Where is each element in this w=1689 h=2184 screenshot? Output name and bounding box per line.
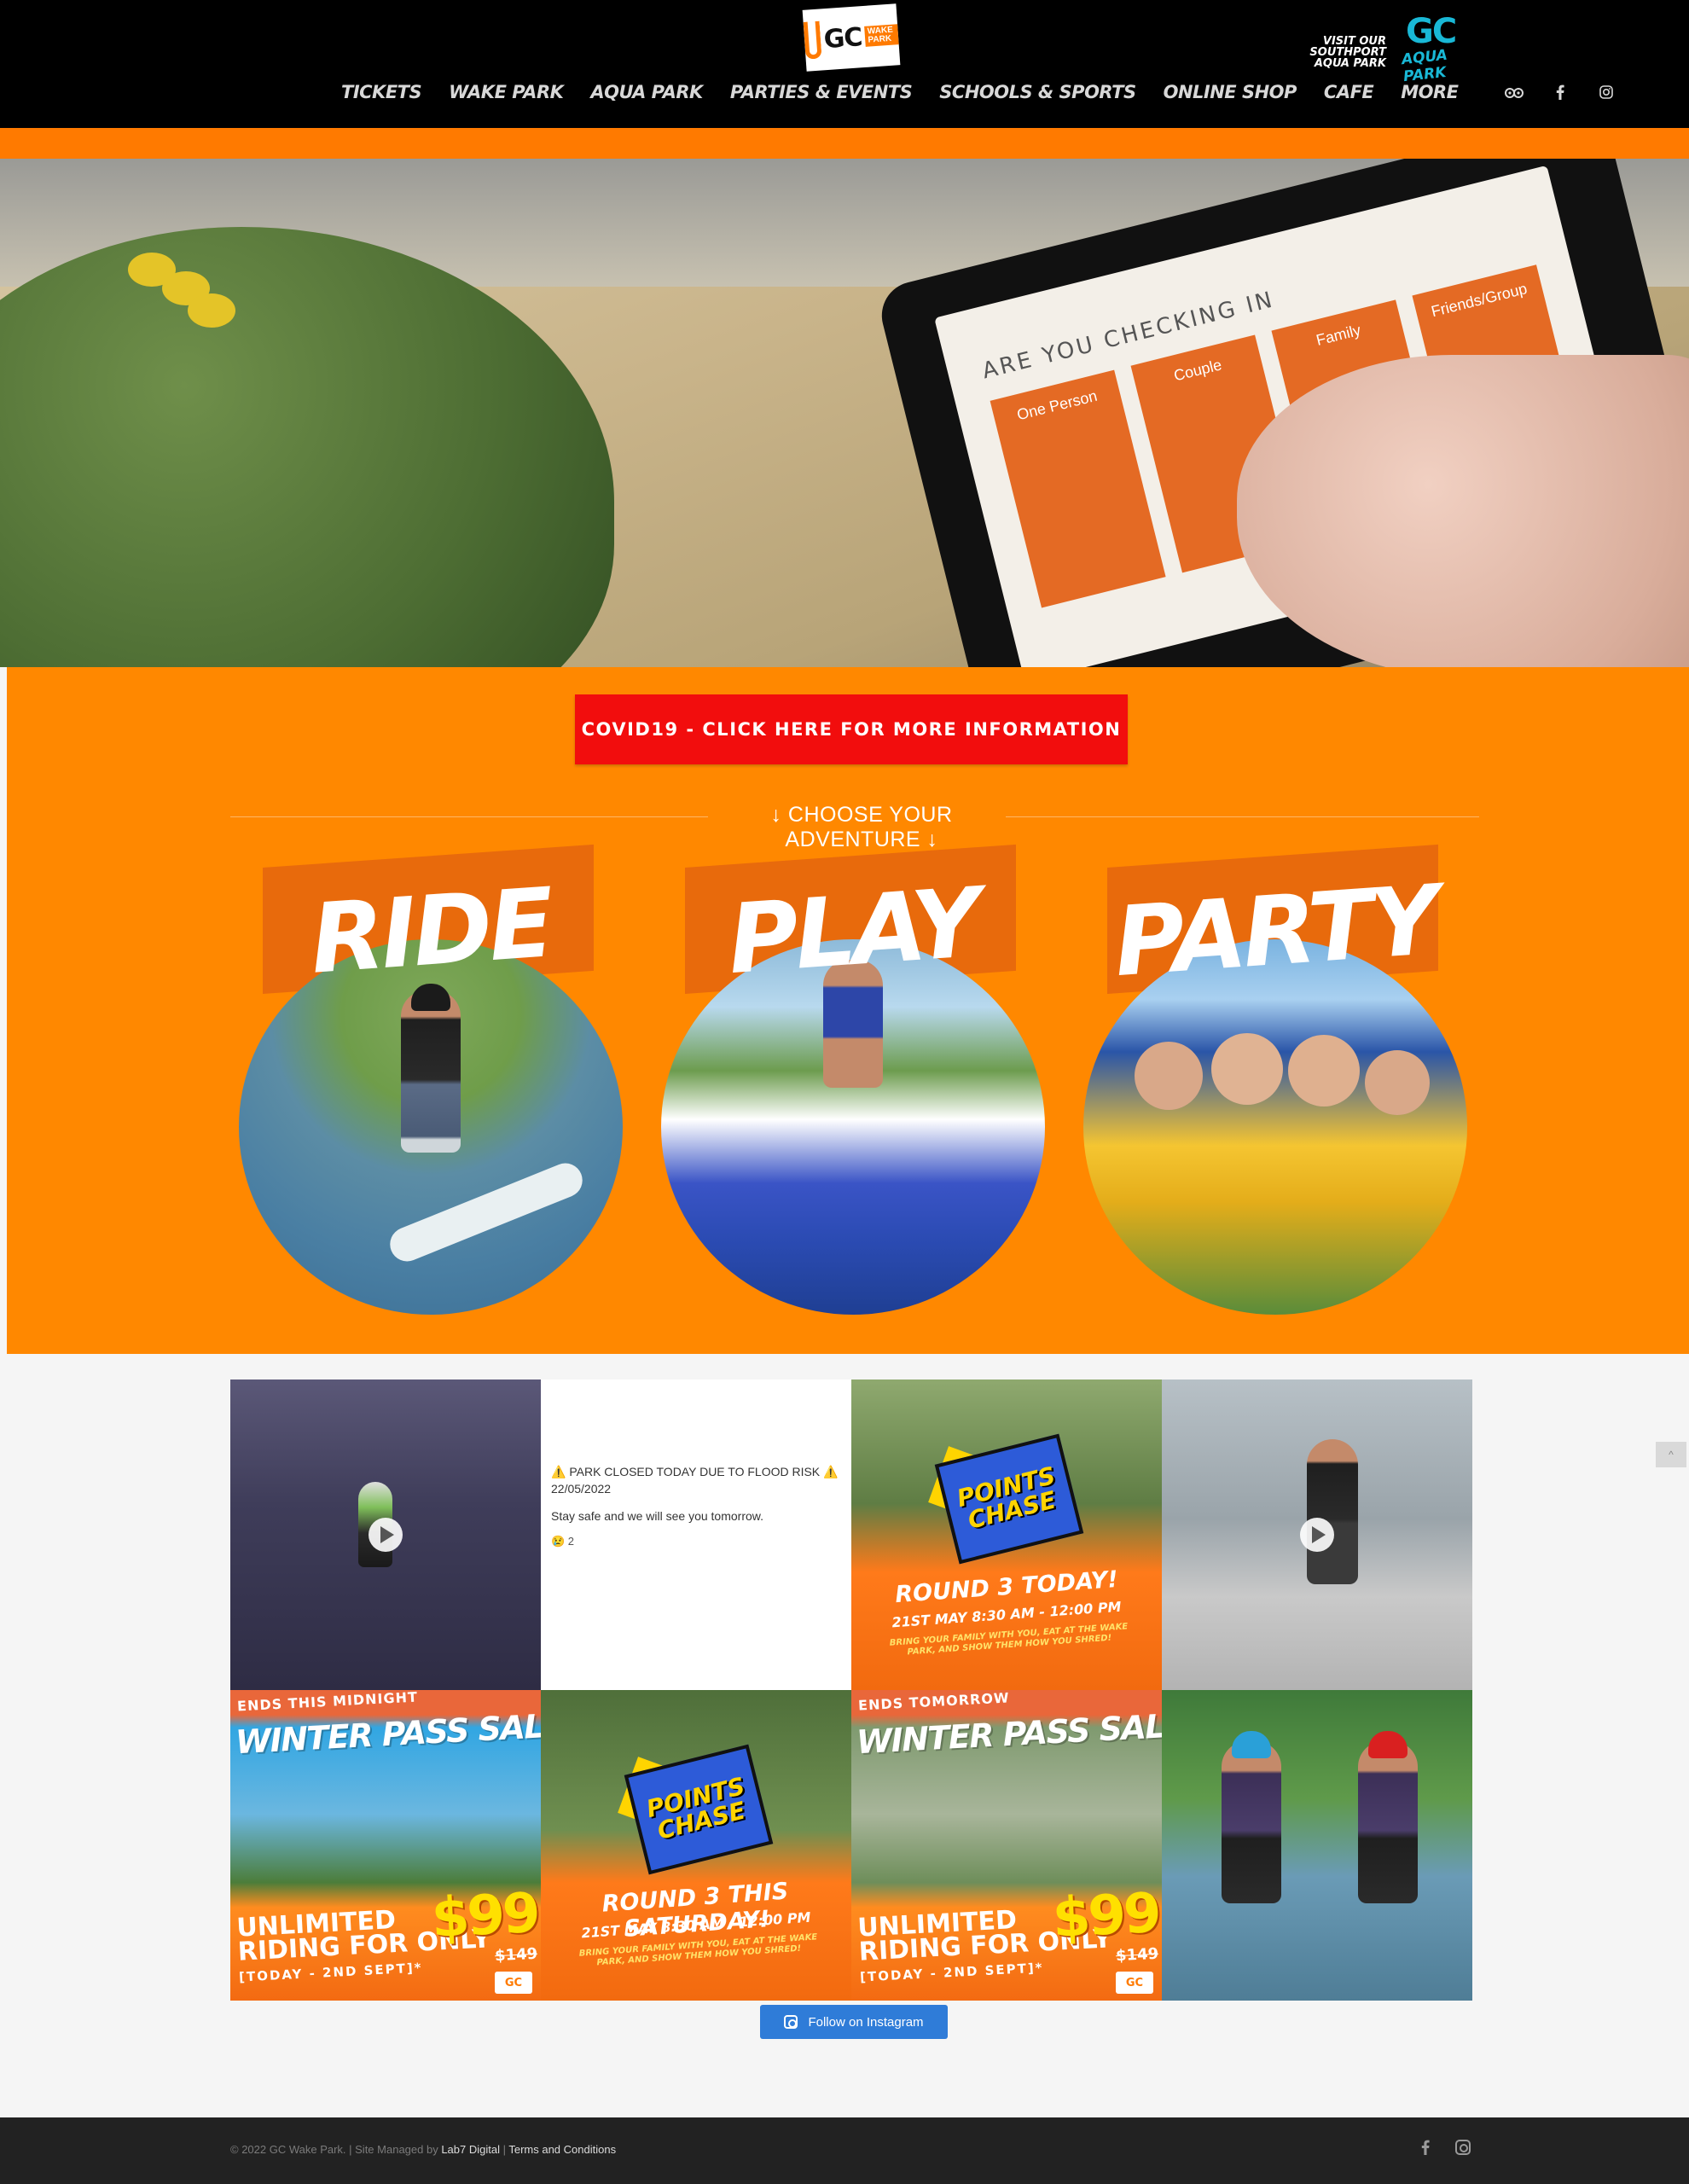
facebook-icon[interactable] (1416, 2138, 1435, 2157)
nav-schools-sports[interactable]: SCHOOLS & SPORTS (939, 82, 1136, 102)
sale-deadline: ENDS THIS MIDNIGHT (236, 1690, 419, 1715)
scroll-to-top-button[interactable]: ^ (1656, 1442, 1686, 1467)
cap-button (188, 293, 235, 328)
sale-title: WINTER PASS SALE (856, 1706, 1162, 1762)
footer-separator: | (499, 2143, 509, 2156)
footer-social (1416, 2138, 1472, 2157)
post-logo: GC (1116, 1972, 1153, 1994)
instagram-post[interactable] (1162, 1690, 1472, 2001)
aqua-park-promo[interactable]: VISIT OUR SOUTHPORT AQUA PARK GC AQUA PA… (1309, 10, 1471, 85)
flood-notice-text: ⚠️ PARK CLOSED TODAY DUE TO FLOOD RISK ⚠… (551, 1463, 841, 1550)
hero-green-cap (0, 227, 614, 667)
site-header: GC WAKE PARK VISIT OUR SOUTHPORT AQUA PA… (0, 0, 1689, 128)
nav-more[interactable]: MORE (1401, 82, 1459, 102)
covid-info-button[interactable]: COVID19 - CLICK HERE FOR MORE INFORMATIO… (575, 694, 1128, 764)
instagram-post[interactable]: ENDS TOMORROW WINTER PASS SALE UNLIMITED… (851, 1690, 1162, 2001)
copyright-text: © 2022 GC Wake Park. | Site Managed by (230, 2143, 442, 2156)
nav-online-shop[interactable]: ONLINE SHOP (1164, 82, 1297, 102)
post-logo: GC (495, 1972, 532, 1994)
hero-image: ARE YOU CHECKING IN One Person Couple Fa… (0, 159, 1689, 667)
nav-aqua-park[interactable]: AQUA PARK (590, 82, 703, 102)
sale-title: WINTER PASS SALE (235, 1706, 541, 1762)
rider-figure (1358, 1741, 1418, 1903)
choose-adventure-divider: ↓ CHOOSE YOUR ADVENTURE ↓ (230, 799, 1479, 851)
sale-deadline: ENDS TOMORROW (857, 1690, 1011, 1714)
hero-hand (1237, 355, 1689, 667)
instagram-post[interactable]: POINTS CHASE ROUND 3 TODAY! 21ST MAY 8:3… (851, 1380, 1162, 1690)
nav-tickets[interactable]: TICKETS (341, 82, 422, 102)
rider-helmet (1232, 1731, 1271, 1758)
logo-text: GC (822, 21, 863, 55)
instagram-glyph (1455, 2140, 1471, 2155)
checkin-option: One Person (990, 369, 1166, 608)
agency-link[interactable]: Lab7 Digital (441, 2143, 500, 2156)
instagram-post[interactable]: POINTS CHASE ROUND 3 THIS SATURDAY! 21ST… (541, 1690, 851, 2001)
gc-wake-park-logo[interactable]: GC WAKE PARK (802, 3, 901, 72)
instagram-icon (784, 2015, 798, 2029)
aqua-promo-text: VISIT OUR SOUTHPORT AQUA PARK (1309, 35, 1386, 70)
site-footer: © 2022 GC Wake Park. | Site Managed by L… (0, 2117, 1689, 2184)
adventure-card-ride[interactable]: RIDE (239, 844, 623, 1315)
sale-old-price: $149 (1115, 1944, 1159, 1966)
choose-adventure-label: ↓ CHOOSE YOUR ADVENTURE ↓ (770, 803, 953, 851)
rider-figure (1222, 1741, 1281, 1903)
tripadvisor-icon[interactable] (1504, 83, 1524, 102)
flood-notice-reactions: 😢 2 (551, 1535, 575, 1548)
logo-mark-icon (803, 20, 822, 60)
adventure-card-party[interactable]: PARTY (1083, 844, 1467, 1315)
divider-line-right (1006, 816, 1479, 817)
instagram-post[interactable]: ENDS THIS MIDNIGHT WINTER PASS SALE UNLI… (230, 1690, 541, 2001)
facebook-icon[interactable] (1551, 83, 1570, 102)
kid-face (1211, 1033, 1283, 1105)
sale-price: $99 (1051, 1881, 1161, 1951)
rider-helmet (1368, 1731, 1408, 1758)
instagram-icon[interactable] (1454, 2138, 1472, 2157)
divider-line-left (230, 816, 708, 817)
kid-face (1135, 1042, 1203, 1110)
sale-price: $99 (430, 1881, 540, 1951)
instagram-feed: ⚠️ PARK CLOSED TODAY DUE TO FLOOD RISK ⚠… (230, 1380, 1472, 2001)
aqua-park-logo: GC AQUA PARK (1390, 10, 1471, 85)
instagram-post[interactable]: ⚠️ PARK CLOSED TODAY DUE TO FLOOD RISK ⚠… (541, 1380, 851, 1690)
adventure-card-play[interactable]: PLAY (661, 844, 1045, 1315)
kid-face (1365, 1050, 1430, 1115)
main-nav: TICKETS WAKE PARK AQUA PARK PARTIES & EV… (341, 78, 1624, 106)
rider-figure (401, 990, 461, 1153)
footer-copyright: © 2022 GC Wake Park. | Site Managed by L… (230, 2143, 616, 2156)
logo-subtext: WAKE PARK (864, 24, 899, 47)
instagram-post[interactable] (230, 1380, 541, 1690)
wakeboard (385, 1158, 588, 1267)
follow-instagram-button[interactable]: Follow on Instagram (760, 2005, 948, 2039)
instagram-post[interactable] (1162, 1380, 1472, 1690)
terms-link[interactable]: Terms and Conditions (508, 2143, 616, 2156)
follow-label: Follow on Instagram (808, 2014, 924, 2030)
nav-wake-park[interactable]: WAKE PARK (449, 82, 564, 102)
flood-notice-heading: ⚠️ PARK CLOSED TODAY DUE TO FLOOD RISK ⚠… (551, 1465, 839, 1496)
aqua-logo-gc: GC (1406, 12, 1457, 51)
points-chase-text: POINTS CHASE (954, 1461, 1059, 1535)
sale-old-price: $149 (494, 1944, 538, 1966)
nav-parties-events[interactable]: PARTIES & EVENTS (730, 82, 913, 102)
video-play-icon (369, 1518, 403, 1552)
rider-figure (1307, 1439, 1358, 1584)
flood-notice-body: Stay safe and we will see you tomorrow. (551, 1509, 764, 1523)
points-chase-text: POINTS CHASE (643, 1771, 749, 1845)
instagram-icon[interactable] (1597, 83, 1616, 102)
video-play-icon (1300, 1518, 1334, 1552)
nav-cafe[interactable]: CAFE (1324, 82, 1374, 102)
adventure-section: COVID19 - CLICK HERE FOR MORE INFORMATIO… (7, 667, 1689, 1354)
kid-face (1288, 1035, 1360, 1107)
header-orange-strip (0, 128, 1689, 159)
